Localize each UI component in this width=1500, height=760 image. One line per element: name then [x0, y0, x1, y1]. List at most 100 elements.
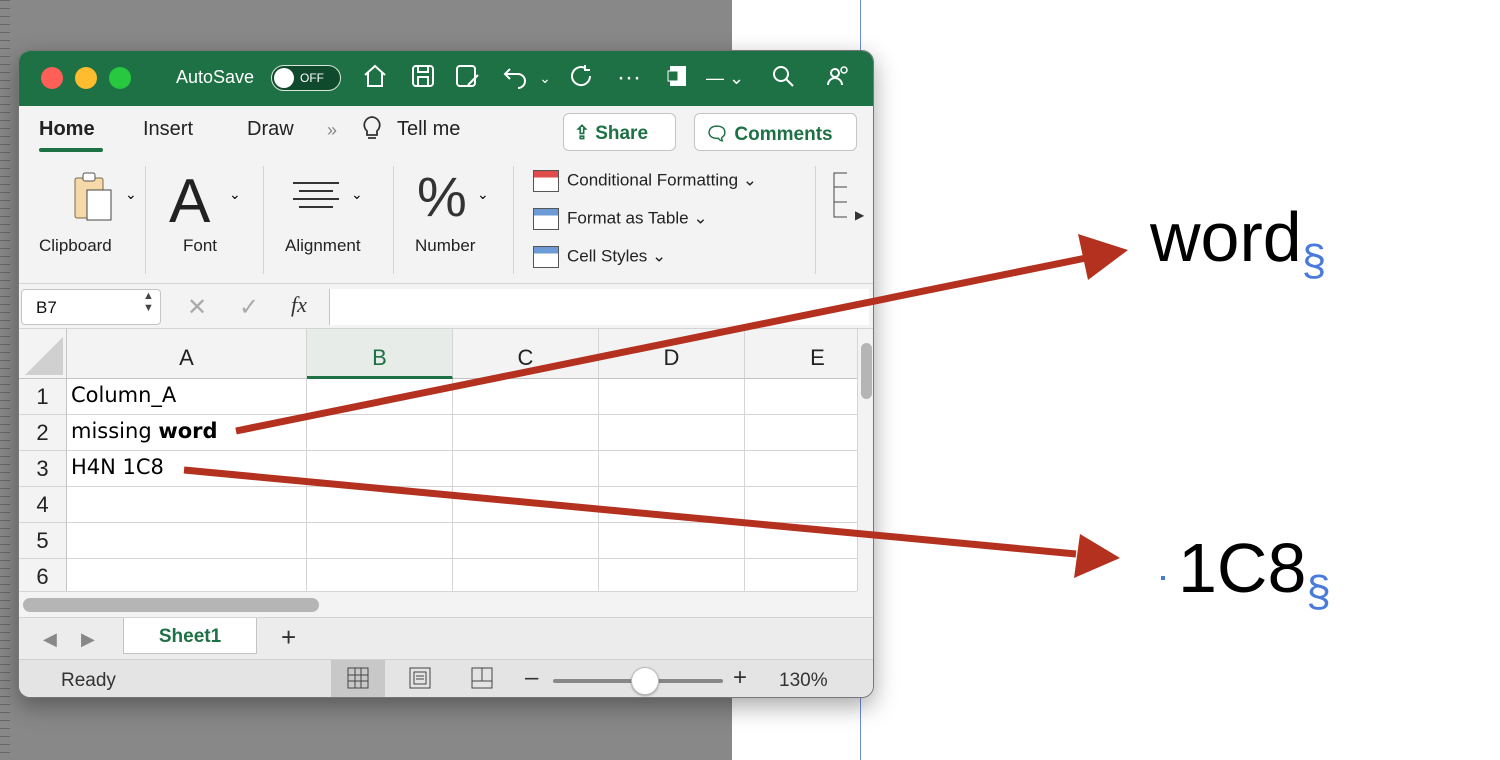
tab-draw[interactable]: Draw: [247, 118, 294, 141]
zoom-out-button[interactable]: –: [525, 664, 538, 692]
more-tabs-icon[interactable]: »: [327, 120, 337, 141]
cell-D5[interactable]: [599, 523, 745, 559]
column-header-B[interactable]: B: [307, 329, 453, 379]
zoom-slider-knob[interactable]: [631, 667, 659, 695]
confirm-icon[interactable]: ✓: [239, 293, 259, 322]
row-header-3[interactable]: 3: [19, 451, 67, 487]
ribbon-scroll-right-icon[interactable]: ▶: [855, 208, 864, 222]
page-break-view-button[interactable]: [455, 660, 509, 697]
cells-group-icon[interactable]: [833, 172, 849, 223]
cell-B1[interactable]: [307, 379, 453, 415]
sheet-tab-sheet1[interactable]: Sheet1: [123, 618, 257, 654]
close-window-button[interactable]: [41, 67, 63, 89]
row-header-1[interactable]: 1: [19, 379, 67, 415]
name-box-stepper-icon[interactable]: ▲ ▼: [143, 290, 154, 314]
row-header-4[interactable]: 4: [19, 487, 67, 523]
page-layout-view-button[interactable]: [393, 660, 447, 697]
zoom-in-button[interactable]: +: [733, 664, 747, 692]
column-header-D[interactable]: D: [599, 329, 745, 379]
next-sheet-icon[interactable]: ▶: [81, 629, 95, 650]
cell-C1[interactable]: [453, 379, 599, 415]
cell-C4[interactable]: [453, 487, 599, 523]
cancel-icon[interactable]: ✕: [187, 293, 207, 322]
search-icon[interactable]: [767, 63, 799, 97]
normal-view-button[interactable]: [331, 660, 385, 697]
horizontal-scroll-thumb[interactable]: [23, 598, 319, 612]
cell-B4[interactable]: [307, 487, 453, 523]
cell-B5[interactable]: [307, 523, 453, 559]
tab-home[interactable]: Home: [39, 118, 95, 141]
cell-A5[interactable]: [67, 523, 307, 559]
column-header-C[interactable]: C: [453, 329, 599, 379]
undo-dropdown-icon[interactable]: ⌄: [535, 63, 555, 93]
format-as-table-icon: [533, 208, 559, 230]
horizontal-scrollbar[interactable]: [19, 591, 857, 617]
people-icon[interactable]: [823, 63, 855, 97]
autosave-toggle[interactable]: OFF: [271, 65, 341, 91]
excel-doc-icon[interactable]: [663, 63, 693, 97]
comments-button[interactable]: 🗨 Comments: [694, 113, 857, 151]
callout-1c8: 1C8§: [1178, 533, 1331, 614]
cell-D3[interactable]: [599, 451, 745, 487]
add-sheet-button[interactable]: +: [281, 622, 296, 653]
home-icon[interactable]: [359, 63, 391, 97]
name-box[interactable]: B7: [21, 289, 161, 325]
tab-insert[interactable]: Insert: [143, 118, 193, 141]
vertical-scroll-thumb[interactable]: [861, 343, 872, 399]
cell-B2[interactable]: [307, 415, 453, 451]
row-header-2[interactable]: 2: [19, 415, 67, 451]
conditional-formatting-button[interactable]: Conditional Formatting ⌄: [533, 170, 757, 192]
column-header-E[interactable]: E: [745, 329, 857, 379]
cell-E6[interactable]: [745, 559, 857, 591]
row-header-5[interactable]: 5: [19, 523, 67, 559]
cell-E2[interactable]: [745, 415, 857, 451]
cell-A4[interactable]: [67, 487, 307, 523]
insert-function-button[interactable]: fx: [291, 292, 307, 318]
vertical-scrollbar[interactable]: [857, 329, 873, 591]
undo-icon[interactable]: [499, 63, 531, 97]
select-all-corner[interactable]: [19, 329, 67, 379]
number-button[interactable]: % ⌄ Number: [411, 156, 511, 284]
clipboard-button[interactable]: ⌄ Clipboard: [39, 156, 149, 284]
cell-C2[interactable]: [453, 415, 599, 451]
cell-D1[interactable]: [599, 379, 745, 415]
cell-C5[interactable]: [453, 523, 599, 559]
save-icon[interactable]: [407, 63, 439, 97]
column-header-A[interactable]: A: [67, 329, 307, 379]
cell-A3[interactable]: H4N 1C8: [67, 451, 307, 487]
format-as-table-button[interactable]: Format as Table ⌄: [533, 208, 708, 230]
cell-D4[interactable]: [599, 487, 745, 523]
formula-bar: B7 ▲ ▼ ✕ ✓ fx: [19, 284, 873, 329]
cell-C3[interactable]: [453, 451, 599, 487]
alignment-button[interactable]: ⌄ Alignment: [281, 156, 393, 284]
tell-me-search[interactable]: Tell me: [397, 118, 460, 141]
cell-E1[interactable]: [745, 379, 857, 415]
cell-D2[interactable]: [599, 415, 745, 451]
redo-icon[interactable]: [565, 63, 597, 97]
cell-A6[interactable]: [67, 559, 307, 591]
comment-icon: 🗨: [705, 124, 735, 145]
share-button[interactable]: ⇪ Share: [563, 113, 676, 151]
lightbulb-icon[interactable]: [361, 115, 383, 147]
cell-E3[interactable]: [745, 451, 857, 487]
save-as-icon[interactable]: [451, 63, 483, 97]
cell-E5[interactable]: [745, 523, 857, 559]
zoom-level[interactable]: 130%: [779, 670, 828, 692]
formula-input[interactable]: [329, 289, 869, 325]
cell-A2[interactable]: missing word: [67, 415, 307, 451]
group-divider: [145, 166, 146, 274]
cell-B3[interactable]: [307, 451, 453, 487]
document-title-dropdown-icon[interactable]: — ⌄: [703, 63, 747, 93]
cell-B6[interactable]: [307, 559, 453, 591]
more-icon[interactable]: ···: [613, 63, 645, 93]
minimize-window-button[interactable]: [75, 67, 97, 89]
cell-E4[interactable]: [745, 487, 857, 523]
maximize-window-button[interactable]: [109, 67, 131, 89]
row-header-6[interactable]: 6: [19, 559, 67, 591]
font-button[interactable]: A ⌄ Font: [163, 156, 263, 284]
cell-C6[interactable]: [453, 559, 599, 591]
cell-D6[interactable]: [599, 559, 745, 591]
previous-sheet-icon[interactable]: ◀: [43, 629, 57, 650]
cell-A1[interactable]: Column_A: [67, 379, 307, 415]
cell-styles-button[interactable]: Cell Styles ⌄: [533, 246, 666, 268]
